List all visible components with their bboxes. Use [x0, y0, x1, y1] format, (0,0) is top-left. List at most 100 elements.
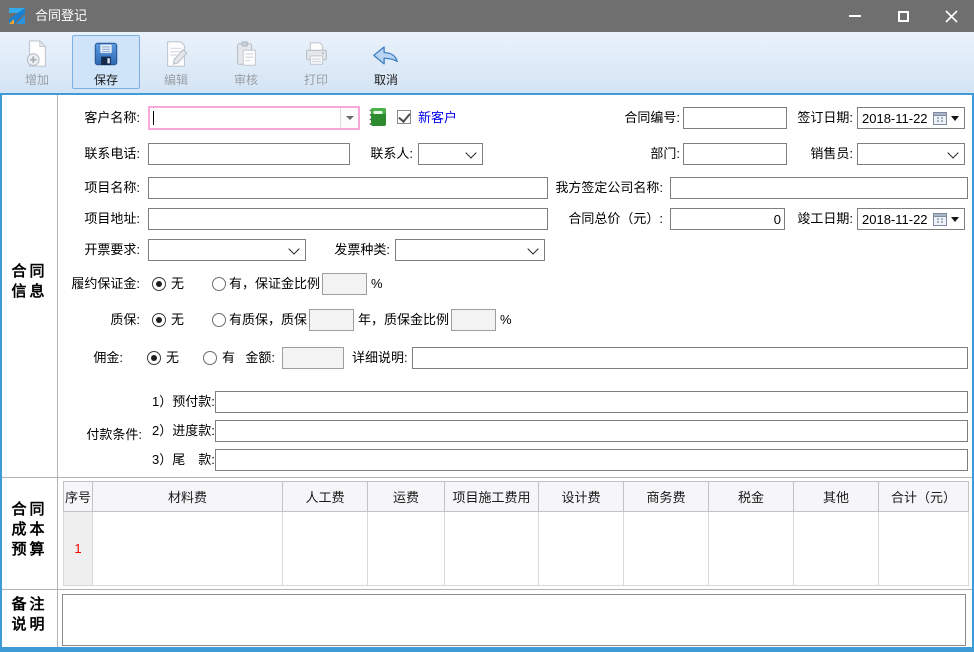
contract-no-input[interactable] [683, 107, 787, 129]
calendar-icon [933, 213, 947, 226]
project-name-label: 项目名称: [60, 177, 140, 199]
total-cell[interactable] [879, 512, 969, 586]
total-price-label: 合同总价（元）: [540, 208, 663, 230]
bond-none-label: 无 [171, 273, 184, 295]
commission-amount-input[interactable] [282, 347, 344, 369]
contract-no-label: 合同编号: [600, 107, 680, 129]
construction-cell[interactable] [445, 512, 539, 586]
commission-none-label: 无 [166, 347, 179, 369]
bond-none-radio[interactable] [152, 277, 166, 291]
audit-button[interactable]: 审核 [216, 35, 276, 89]
warranty-years-input[interactable] [309, 309, 354, 331]
customer-name-label: 客户名称: [60, 107, 140, 129]
remarks-textarea[interactable] [62, 594, 966, 646]
salesman-select[interactable] [857, 143, 965, 165]
commission-detail-label: 详细说明: [352, 347, 408, 369]
our-company-input[interactable] [670, 177, 968, 199]
undo-arrow-icon [371, 39, 401, 69]
project-addr-label: 项目地址: [60, 208, 140, 230]
material-cell[interactable] [93, 512, 283, 586]
section-divider-1 [2, 477, 972, 478]
commission-none-radio[interactable] [147, 351, 161, 365]
section-divider-2 [2, 589, 972, 590]
section-label-cost-budget: 合同 成本 预算 [2, 500, 57, 560]
print-button[interactable]: 打印 [286, 35, 346, 89]
invoice-req-select[interactable] [148, 239, 306, 261]
project-name-input[interactable] [148, 177, 548, 199]
audit-button-label: 审核 [234, 71, 258, 88]
project-addr-input[interactable] [148, 208, 548, 230]
save-button[interactable]: 保存 [72, 35, 140, 89]
col-other: 其他 [794, 482, 879, 512]
chevron-down-icon [951, 217, 959, 222]
invoice-type-select[interactable] [395, 239, 545, 261]
close-icon [945, 10, 958, 23]
other-cell[interactable] [794, 512, 879, 586]
total-price-input[interactable] [670, 208, 785, 230]
commission-label: 佣金: [60, 347, 123, 369]
payment-item-1-input[interactable] [215, 391, 968, 413]
app-logo-icon [8, 7, 28, 25]
table-header-row: 序号 材料费 人工费 运费 项目施工费用 设计费 商务费 税金 其他 合计（元） [64, 482, 969, 512]
invoice-req-label: 开票要求: [60, 239, 140, 261]
warranty-unit-label: % [500, 309, 512, 331]
add-button[interactable]: 增加 [8, 35, 66, 89]
warranty-yes-label: 有质保，质保 [229, 309, 307, 331]
titlebar: 合同登记 [0, 0, 974, 32]
tax-cell[interactable] [709, 512, 794, 586]
bond-ratio-input[interactable] [322, 273, 367, 295]
chevron-down-icon [346, 116, 354, 120]
col-design: 设计费 [539, 482, 624, 512]
col-total: 合计（元） [879, 482, 969, 512]
phone-input[interactable] [148, 143, 350, 165]
sidebar-divider [57, 95, 58, 647]
cancel-button[interactable]: 取消 [356, 35, 416, 89]
warranty-yes-radio[interactable] [212, 313, 226, 327]
sign-date-picker[interactable]: 2018-11-22 [857, 107, 965, 129]
printer-icon [301, 39, 331, 69]
finish-date-picker[interactable]: 2018-11-22 [857, 208, 965, 230]
bond-yes-radio[interactable] [212, 277, 226, 291]
edit-button[interactable]: 编辑 [146, 35, 206, 89]
chevron-down-icon [465, 147, 476, 158]
sign-date-label: 签订日期: [787, 107, 853, 129]
maximize-button[interactable] [880, 0, 926, 32]
edit-button-label: 编辑 [164, 71, 188, 88]
warranty-ratio-input[interactable] [451, 309, 496, 331]
customer-name-combobox[interactable] [148, 106, 360, 130]
design-cell[interactable] [539, 512, 624, 586]
address-book-icon[interactable] [369, 107, 387, 127]
dept-input[interactable] [683, 143, 787, 165]
chevron-down-icon [947, 147, 958, 158]
bond-unit-label: % [371, 273, 383, 295]
warranty-none-radio[interactable] [152, 313, 166, 327]
finish-date-label: 竣工日期: [787, 208, 853, 230]
add-button-label: 增加 [25, 71, 49, 88]
col-labor: 人工费 [283, 482, 368, 512]
commission-amount-label: 金额: [240, 347, 275, 369]
combobox-dropdown-button[interactable] [340, 108, 358, 128]
contact-select[interactable] [418, 143, 483, 165]
col-construction: 项目施工费用 [445, 482, 539, 512]
section-label-remarks: 备注 说明 [2, 595, 57, 635]
section-label-contract-info: 合同 信息 [2, 262, 57, 302]
minimize-button[interactable] [832, 0, 878, 32]
business-cell[interactable] [624, 512, 709, 586]
commission-detail-input[interactable] [412, 347, 968, 369]
maximize-icon [898, 11, 909, 22]
payment-item-2-input[interactable] [215, 420, 968, 442]
table-row: 1 [64, 512, 969, 586]
freight-cell[interactable] [368, 512, 445, 586]
labor-cell[interactable] [283, 512, 368, 586]
add-document-icon [22, 39, 52, 69]
col-freight: 运费 [368, 482, 445, 512]
close-button[interactable] [928, 0, 974, 32]
commission-yes-radio[interactable] [203, 351, 217, 365]
col-seq: 序号 [64, 482, 93, 512]
salesman-label: 销售员: [787, 143, 853, 165]
bond-yes-label: 有，保证金比例 [229, 273, 320, 295]
payment-item-3-input[interactable] [215, 449, 968, 471]
new-customer-checkbox[interactable] [397, 110, 411, 124]
row-seq-cell: 1 [64, 512, 93, 586]
payment-item-2-label: 2）进度款: [152, 420, 215, 442]
